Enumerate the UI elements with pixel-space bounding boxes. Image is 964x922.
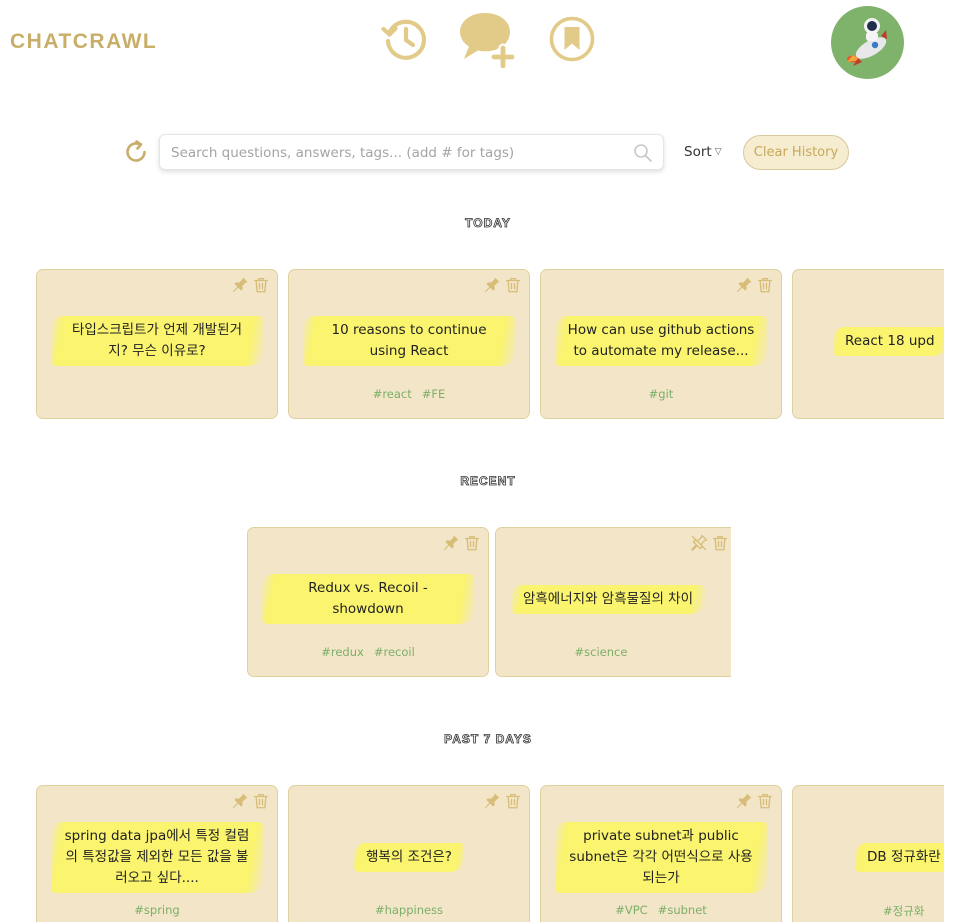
card[interactable]: Redux vs. Recoil - showdown #redux #recoi… [247,527,489,677]
unpin-icon[interactable] [690,534,708,552]
card[interactable]: 타입스크립트가 언제 개발된거지? 무슨 이유로? [36,269,278,419]
card[interactable]: 암흑에너지와 암흑물질의 차이 #science [495,527,731,677]
tag[interactable]: #subnet [658,903,707,917]
pin-icon[interactable] [231,276,249,294]
history-icon[interactable] [380,15,428,63]
trash-icon[interactable] [756,276,774,294]
pin-icon[interactable] [735,276,753,294]
trash-icon[interactable] [463,534,481,552]
refresh-icon[interactable] [123,139,149,165]
section-title-past-7-days: PAST 7 DAYS [444,732,532,747]
card-title: Redux vs. Recoil - showdown [262,574,474,624]
card-tags: #happiness [289,903,529,917]
card-title: React 18 upd [833,326,944,356]
tag[interactable]: #science [575,645,628,659]
chat-plus-icon[interactable] [458,10,518,68]
card-tags: #spring [37,903,277,917]
past7-row: spring data jpa에서 특정 컬럼의 특정값을 제외한 모든 값을 … [0,778,944,922]
card-tags: #redux #recoil [248,645,488,659]
card-title: private subnet과 public subnet은 각각 어떤식으로 … [555,821,767,893]
tag[interactable]: #happiness [375,903,443,917]
tag[interactable]: #정규화 [883,904,924,918]
trash-icon[interactable] [504,792,522,810]
section-title-recent: RECENT [460,474,516,489]
card[interactable]: React 18 upd [792,269,944,419]
card-title: 타입스크립트가 언제 개발된거지? 무슨 이유로? [51,316,263,366]
search-icon[interactable] [633,143,653,163]
card-title: 행복의 조건은? [354,842,464,872]
trash-icon[interactable] [756,792,774,810]
astronaut-rocket-icon [847,18,887,66]
card[interactable]: How can use github actions to automate m… [540,269,782,419]
card-title: How can use github actions to automate m… [555,316,767,366]
caret-down-icon: ▽ [714,147,722,157]
today-row: 타입스크립트가 언제 개발된거지? 무슨 이유로? 10 reasons to … [0,262,944,432]
app-logo[interactable]: CHATCRAWL [10,30,157,54]
tag[interactable]: #react [373,387,412,401]
recent-row: Redux vs. Recoil - showdown #redux #recoi… [0,520,731,690]
bookmark-icon[interactable] [549,16,595,62]
card-tags: #정규화 [878,903,929,919]
trash-icon[interactable] [504,276,522,294]
card-tags: #science [496,645,706,659]
tag[interactable]: #FE [422,387,446,401]
section-title-today: TODAY [465,216,511,231]
card-title: spring data jpa에서 특정 컬럼의 특정값을 제외한 모든 값을 … [51,821,263,893]
tag[interactable]: #git [649,387,674,401]
tag[interactable]: #spring [134,903,179,917]
card-tags: #VPC #subnet [541,903,781,917]
card[interactable]: private subnet과 public subnet은 각각 어떤식으로 … [540,785,782,922]
card-tags: #git [541,387,781,401]
trash-icon[interactable] [711,534,729,552]
tag[interactable]: #redux [321,645,364,659]
pin-icon[interactable] [442,534,460,552]
card[interactable]: spring data jpa에서 특정 컬럼의 특정값을 제외한 모든 값을 … [36,785,278,922]
tag[interactable]: #recoil [374,645,415,659]
card-title: DB 정규화란 [855,842,944,872]
card[interactable]: 행복의 조건은? #happiness [288,785,530,922]
sort-dropdown[interactable]: Sort ▽ [684,144,722,160]
avatar[interactable] [831,6,904,79]
pin-icon[interactable] [735,792,753,810]
card-title: 암흑에너지와 암흑물질의 차이 [510,584,706,614]
card-tags: #react #FE [289,387,529,401]
search-input[interactable] [169,135,633,171]
trash-icon[interactable] [252,792,270,810]
tag[interactable]: #VPC [615,903,647,917]
search-box[interactable] [159,134,664,171]
pin-icon[interactable] [231,792,249,810]
pin-icon[interactable] [483,792,501,810]
trash-icon[interactable] [252,276,270,294]
card[interactable]: 10 reasons to continue using React #reac… [288,269,530,419]
card[interactable]: DB 정규화란 #정규화 [792,785,944,922]
card-title: 10 reasons to continue using React [303,316,515,366]
clear-history-button[interactable]: Clear History [743,135,849,170]
pin-icon[interactable] [483,276,501,294]
sort-label: Sort [684,144,712,160]
